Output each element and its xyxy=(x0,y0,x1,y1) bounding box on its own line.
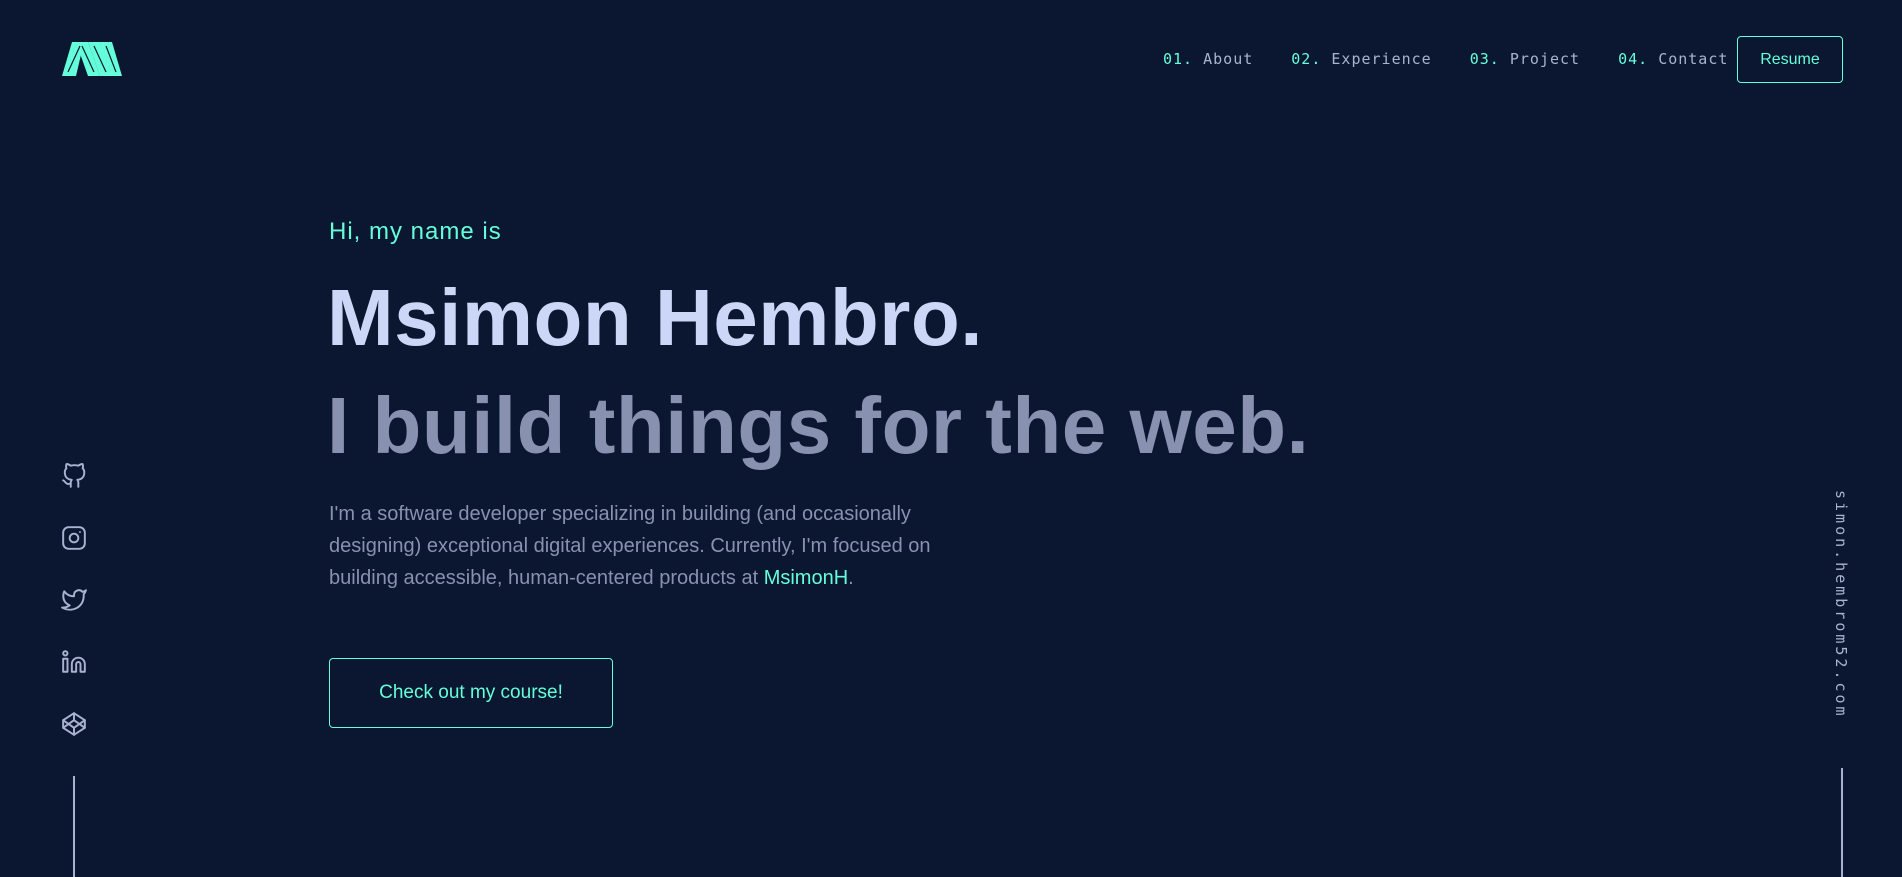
codepen-icon[interactable] xyxy=(60,710,88,738)
hero-tagline: I build things for the web. xyxy=(327,381,1310,470)
hero-bio-end: . xyxy=(848,567,854,589)
twitter-icon[interactable] xyxy=(60,586,88,614)
company-link[interactable]: MsimonH xyxy=(764,567,848,589)
main-nav: 01. About 02. Experience 03. Project 04.… xyxy=(1163,50,1766,68)
course-button[interactable]: Check out my course! xyxy=(329,658,613,728)
nav-item-number: 03. xyxy=(1469,50,1500,68)
github-icon[interactable] xyxy=(60,462,88,490)
left-rail-line xyxy=(73,776,75,877)
hero-bio: I'm a software developer specializing in… xyxy=(329,498,969,594)
instagram-icon[interactable] xyxy=(60,524,88,552)
nav-item-label: Contact xyxy=(1658,50,1729,68)
hero-greeting: Hi, my name is xyxy=(329,218,502,245)
nav-item-number: 01. xyxy=(1163,50,1194,68)
nav-item-number: 02. xyxy=(1291,50,1322,68)
nav-item-number: 04. xyxy=(1618,50,1649,68)
right-rail-line xyxy=(1841,768,1843,877)
hero-name: Msimon Hembro. xyxy=(327,273,983,362)
m-logo-icon[interactable] xyxy=(62,42,122,76)
nav-item-project[interactable]: 03. Project xyxy=(1470,50,1580,68)
resume-button[interactable]: Resume xyxy=(1737,36,1843,83)
nav-item-label: About xyxy=(1203,50,1254,68)
linkedin-icon[interactable] xyxy=(60,648,88,676)
nav-item-experience[interactable]: 02. Experience xyxy=(1291,50,1431,68)
nav-item-contact[interactable]: 04. Contact xyxy=(1618,50,1728,68)
nav-item-label: Project xyxy=(1509,50,1581,68)
page: 01. About 02. Experience 03. Project 04.… xyxy=(0,0,1902,877)
nav-item-about[interactable]: 01. About xyxy=(1163,50,1253,68)
nav-item-label: Experience xyxy=(1331,50,1432,68)
email-link[interactable]: simon.hembrom52.com xyxy=(1832,490,1850,719)
